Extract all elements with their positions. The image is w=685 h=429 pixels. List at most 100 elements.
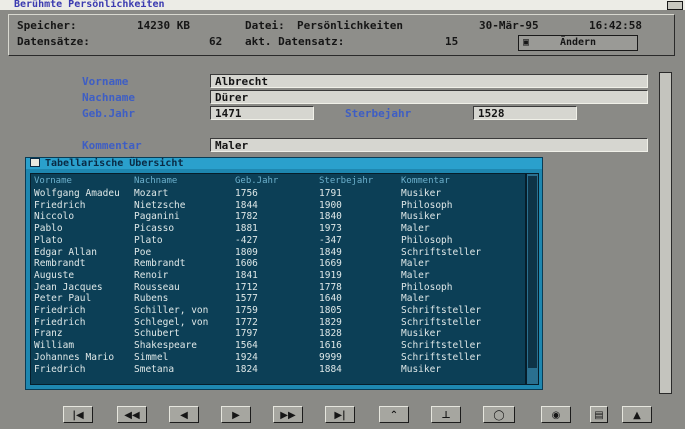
- cell-nachname: Poe: [134, 246, 152, 258]
- cell-nachname: Rubens: [134, 293, 169, 305]
- search-oval-button[interactable]: ◯: [483, 406, 515, 423]
- nachname-field[interactable]: Dürer: [210, 90, 648, 104]
- cell-geb-jahr: 1924: [235, 351, 258, 363]
- akt-datensatz-label: akt. Datensatz:: [245, 35, 345, 48]
- cell-geb-jahr: 1809: [235, 246, 258, 258]
- fast-forward-icon: ▶▶: [280, 410, 296, 421]
- kommentar-field[interactable]: Maler: [210, 138, 648, 152]
- record-list[interactable]: Vorname Nachname Geb.Jahr Sterbejahr Kom…: [30, 173, 526, 385]
- cell-vorname: Friedrich: [34, 363, 86, 375]
- cell-geb-jahr: 1564: [235, 340, 258, 352]
- table-row[interactable]: Jean Jacques Rousseau 1712 1778 Philosoph: [34, 282, 524, 293]
- cell-kommentar: Maler: [401, 293, 430, 305]
- aendern-button[interactable]: ▣ Ändern: [518, 35, 638, 51]
- vorname-field[interactable]: Albrecht: [210, 74, 648, 88]
- depth-gadget-icon[interactable]: [667, 1, 683, 10]
- previous-record-button[interactable]: ◀: [169, 406, 199, 423]
- up-arrow-button[interactable]: ▲: [622, 406, 652, 423]
- cell-geb-jahr: 1782: [235, 211, 258, 223]
- table-row[interactable]: Friedrich Schlegel, von 1772 1829 Schriftste…: [34, 317, 524, 328]
- window-title-bar[interactable]: Berühmte Persönlichkeiten: [0, 0, 685, 10]
- cell-nachname: Paganini: [134, 211, 180, 223]
- column-header-geb-jahr[interactable]: Geb.Jahr: [235, 176, 317, 186]
- cell-sterbejahr: 1640: [319, 293, 342, 305]
- last-record-icon: ▶|: [334, 410, 346, 421]
- table-row[interactable]: Niccolo Paganini 1782 1840 Musiker: [34, 211, 524, 222]
- window-title: Berühmte Persönlichkeiten: [14, 0, 165, 10]
- next-record-button[interactable]: ▶: [221, 406, 251, 423]
- table-row[interactable]: Johannes Mario Simmel 1924 9999 Schriftstell…: [34, 352, 524, 363]
- date-display: 30-Mär-95: [479, 19, 539, 32]
- cell-nachname: Renoir: [134, 269, 169, 281]
- last-record-button[interactable]: ▶|: [325, 406, 355, 423]
- cell-nachname: Picasso: [134, 223, 175, 235]
- cell-vorname: Jean Jacques: [34, 281, 103, 293]
- table-row[interactable]: Rembrandt Rembrandt 1606 1669 Maler: [34, 258, 524, 269]
- status-panel: Speicher: 14230 KB Datei: Persönlichkeit…: [8, 14, 675, 56]
- sterbejahr-field[interactable]: 1528: [473, 106, 577, 120]
- cell-kommentar: Musiker: [401, 363, 442, 375]
- table-row[interactable]: Friedrich Smetana 1824 1884 Musiker: [34, 364, 524, 375]
- fast-forward-button[interactable]: ▶▶: [273, 406, 303, 423]
- speicher-value: 14230 KB: [137, 19, 190, 32]
- table-row[interactable]: Friedrich Nietzsche 1844 1900 Philosoph: [34, 200, 524, 211]
- table-row[interactable]: Wolfgang Amadeu Mozart 1756 1791 Musiker: [34, 188, 524, 199]
- cell-sterbejahr: 1973: [319, 223, 342, 235]
- akt-datensatz-value: 15: [445, 35, 459, 48]
- close-icon[interactable]: [30, 158, 40, 167]
- cell-vorname: Friedrich: [34, 316, 86, 328]
- table-row[interactable]: Franz Schubert 1797 1828 Musiker: [34, 328, 524, 339]
- column-header-nachname[interactable]: Nachname: [134, 176, 230, 186]
- column-header-kommentar[interactable]: Kommentar: [401, 176, 521, 186]
- cell-sterbejahr: 1616: [319, 340, 342, 352]
- table-row[interactable]: Edgar Allan Poe 1809 1849 Schriftsteller: [34, 247, 524, 258]
- first-record-button[interactable]: |◀: [63, 406, 93, 423]
- print-button[interactable]: ▤: [590, 406, 608, 423]
- cell-vorname: Franz: [34, 328, 63, 340]
- cell-geb-jahr: 1756: [235, 188, 258, 199]
- cell-vorname: Auguste: [34, 269, 75, 281]
- cell-geb-jahr: -427: [235, 234, 258, 246]
- cell-kommentar: Musiker: [401, 211, 442, 223]
- view-eye-button[interactable]: ◉: [541, 406, 571, 423]
- cell-geb-jahr: 1844: [235, 199, 258, 211]
- table-row[interactable]: Peter Paul Rubens 1577 1640 Maler: [34, 293, 524, 304]
- list-scrollbar[interactable]: [526, 173, 539, 385]
- cell-sterbejahr: 1884: [319, 363, 342, 375]
- cell-nachname: Smetana: [134, 363, 175, 375]
- table-window-title-bar[interactable]: Tabellarische Übersicht: [26, 158, 542, 169]
- cell-kommentar: Maler: [401, 223, 430, 235]
- cell-nachname: Rousseau: [134, 281, 180, 293]
- sterbejahr-label: Sterbejahr: [345, 107, 412, 120]
- cell-sterbejahr: 9999: [319, 351, 342, 363]
- table-header: Vorname Nachname Geb.Jahr Sterbejahr Kom…: [34, 176, 524, 187]
- table-row[interactable]: Pablo Picasso 1881 1973 Maler: [34, 223, 524, 234]
- aendern-label: Ändern: [559, 37, 597, 48]
- cell-kommentar: Philosoph: [401, 281, 453, 293]
- insert-record-button[interactable]: ⌃: [379, 406, 409, 423]
- cell-kommentar: Schriftsteller: [401, 351, 482, 363]
- cell-geb-jahr: 1797: [235, 328, 258, 340]
- delete-record-button[interactable]: ⊥: [431, 406, 461, 423]
- cell-vorname: Wolfgang Amadeu: [34, 188, 120, 199]
- form-scrollbar[interactable]: [659, 72, 672, 394]
- column-header-sterbejahr[interactable]: Sterbejahr: [319, 176, 395, 186]
- time-display: 16:42:58: [589, 19, 642, 32]
- cell-nachname: Plato: [134, 234, 163, 246]
- column-header-vorname[interactable]: Vorname: [34, 176, 130, 186]
- rewind-button[interactable]: ◀◀: [117, 406, 147, 423]
- datensaetze-value: 62: [209, 35, 223, 48]
- cell-geb-jahr: 1881: [235, 223, 258, 235]
- geb-jahr-field[interactable]: 1471: [210, 106, 314, 120]
- cell-sterbejahr: 1778: [319, 281, 342, 293]
- table-row[interactable]: Plato Plato -427 -347 Philosoph: [34, 235, 524, 246]
- cell-sterbejahr: 1829: [319, 316, 342, 328]
- cell-nachname: Schiller, von: [134, 305, 209, 316]
- list-scrollbar-knob[interactable]: [528, 176, 537, 368]
- cell-vorname: Edgar Allan: [34, 246, 97, 258]
- table-row[interactable]: Friedrich Schiller, von 1759 1805 Schriftste…: [34, 305, 524, 316]
- table-row[interactable]: Auguste Renoir 1841 1919 Maler: [34, 270, 524, 281]
- table-row[interactable]: William Shakespeare 1564 1616 Schriftsteller: [34, 340, 524, 351]
- cell-nachname: Schlegel, von: [134, 316, 209, 328]
- cell-vorname: Johannes Mario: [34, 351, 115, 363]
